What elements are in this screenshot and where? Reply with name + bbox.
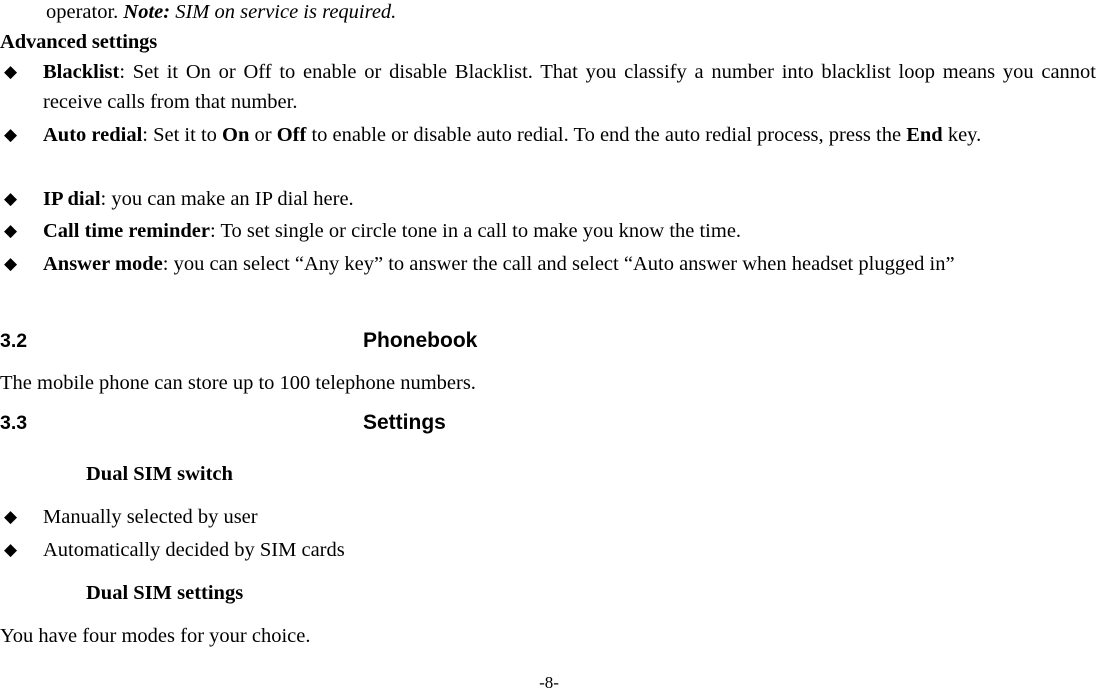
section-title-phonebook: Phonebook xyxy=(363,329,478,352)
list-item-auto-redial: ◆ Auto redial: Set it to On or Off to en… xyxy=(0,120,1098,150)
list-item-auto-redial-term: Auto redial xyxy=(43,124,143,146)
diamond-bullet-icon: ◆ xyxy=(4,507,18,527)
note-text: SIM on service is required. xyxy=(170,1,397,23)
list-item-blacklist: ◆ Blacklist: Set it On or Off to enable … xyxy=(0,57,1098,117)
manual-page: operator. Note: SIM on service is requir… xyxy=(0,0,1098,697)
page-number: -8- xyxy=(539,673,559,692)
auto-redial-on-value: On xyxy=(222,124,250,146)
dual-sim-settings-body-text: You have four modes for your choice. xyxy=(0,625,311,647)
diamond-bullet-icon: ◆ xyxy=(4,221,18,241)
list-item-call-time-reminder-text: Call time reminder: To set single or cir… xyxy=(43,216,1096,246)
phonebook-body-text: The mobile phone can store up to 100 tel… xyxy=(0,372,476,394)
list-item-ip-dial-text: IP dial: you can make an IP dial here. xyxy=(43,184,1096,214)
auto-redial-seg-1: : Set it to xyxy=(142,124,223,146)
section-heading-3-2: 3.2 Phonebook xyxy=(0,326,1098,356)
auto-redial-seg-3: to enable or disable auto redial. To end… xyxy=(306,124,907,146)
auto-redial-off-value: Off xyxy=(276,124,307,146)
list-item-call-time-reminder-term: Call time reminder xyxy=(43,220,210,242)
list-item-auto-redial-text: Auto redial: Set it to On or Off to enab… xyxy=(43,120,1096,150)
list-item-blacklist-term: Blacklist xyxy=(43,61,120,83)
continued-paragraph-lead: operator. xyxy=(46,1,124,23)
list-item-blacklist-body: : Set it On or Off to enable or disable … xyxy=(43,61,1096,113)
note-label: Note: xyxy=(123,1,171,23)
list-item-answer-mode: ◆ Answer mode: you can select “Any key” … xyxy=(0,249,1098,279)
list-item-ip-dial: ◆ IP dial: you can make an IP dial here. xyxy=(0,184,1098,214)
list-item-auto-decide: ◆ Automatically decided by SIM cards xyxy=(0,535,1098,565)
section-number-3-3: 3.3 xyxy=(0,412,28,434)
diamond-bullet-icon: ◆ xyxy=(4,540,18,560)
list-item-answer-mode-term: Answer mode xyxy=(43,253,163,275)
advanced-settings-heading: Advanced settings xyxy=(0,31,158,53)
continued-paragraph: operator. Note: SIM on service is requir… xyxy=(0,0,1098,27)
list-item-call-time-reminder-body: : To set single or circle tone in a call… xyxy=(210,220,742,242)
diamond-bullet-icon: ◆ xyxy=(4,62,18,82)
list-item-answer-mode-text: Answer mode: you can select “Any key” to… xyxy=(43,249,1096,279)
subheading-dual-sim-switch: Dual SIM switch xyxy=(86,463,233,485)
list-item-answer-mode-body: : you can select “Any key” to answer the… xyxy=(162,253,955,275)
list-item-ip-dial-body: : you can make an IP dial here. xyxy=(100,188,354,210)
auto-redial-end-key: End xyxy=(906,124,943,146)
section-heading-3-3: 3.3 Settings xyxy=(0,408,1098,438)
list-item-ip-dial-term: IP dial xyxy=(43,188,101,210)
auto-redial-seg-2: or xyxy=(249,124,277,146)
subheading-dual-sim-settings: Dual SIM settings xyxy=(86,582,244,604)
list-item-auto-decide-text: Automatically decided by SIM cards xyxy=(43,539,345,561)
list-item-call-time-reminder: ◆ Call time reminder: To set single or c… xyxy=(0,216,1098,246)
list-item-manual-select-text: Manually selected by user xyxy=(43,506,258,528)
section-title-settings: Settings xyxy=(363,411,446,434)
list-item-blacklist-text: Blacklist: Set it On or Off to enable or… xyxy=(43,57,1096,117)
diamond-bullet-icon: ◆ xyxy=(4,254,18,274)
diamond-bullet-icon: ◆ xyxy=(4,125,18,145)
section-number-3-2: 3.2 xyxy=(0,330,28,352)
list-item-manual-select: ◆ Manually selected by user xyxy=(0,502,1098,532)
diamond-bullet-icon: ◆ xyxy=(4,189,18,209)
auto-redial-seg-4: key. xyxy=(942,124,982,146)
